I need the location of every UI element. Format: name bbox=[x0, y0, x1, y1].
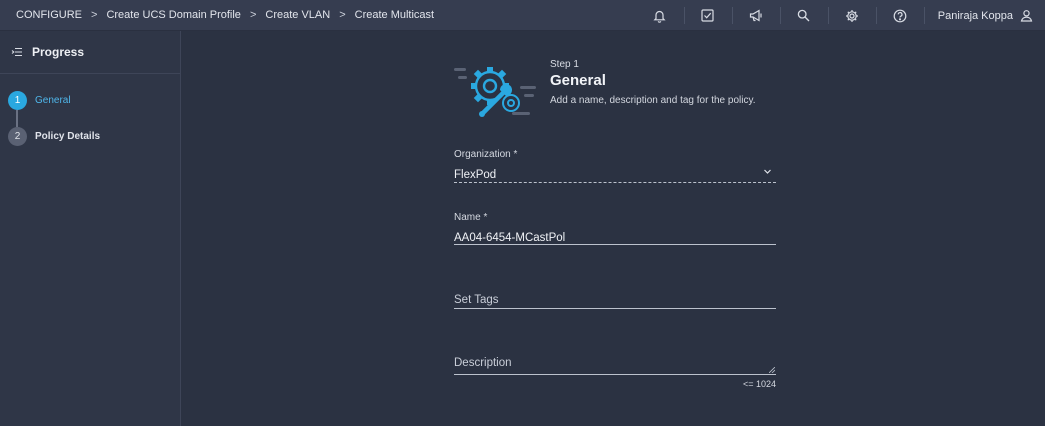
name-label: Name * bbox=[454, 212, 488, 223]
progress-title: Progress bbox=[32, 45, 85, 59]
step-policy-details[interactable]: 2 Policy Details bbox=[8, 126, 180, 146]
user-menu[interactable]: Paniraja Koppa bbox=[923, 0, 1045, 31]
announcements-button[interactable] bbox=[731, 0, 780, 31]
step-label: General bbox=[35, 94, 71, 106]
user-icon bbox=[1020, 10, 1033, 22]
help-button[interactable] bbox=[875, 0, 924, 31]
breadcrumb-create-vlan[interactable]: Create VLAN bbox=[265, 9, 330, 21]
tasks-button[interactable] bbox=[683, 0, 732, 31]
header-actions: Paniraja Koppa bbox=[636, 0, 1045, 31]
name-value: AA04-6454-MCastPol bbox=[454, 232, 566, 244]
bell-icon bbox=[653, 10, 666, 23]
chevron-right-icon: > bbox=[249, 9, 257, 21]
breadcrumb-create-ucs-domain-profile[interactable]: Create UCS Domain Profile bbox=[106, 9, 241, 21]
step-list: 1 General 2 Policy Details bbox=[0, 74, 180, 146]
gear-icon bbox=[845, 9, 858, 22]
policy-gear-wrench-illustration bbox=[454, 67, 536, 117]
collapse-list-icon[interactable] bbox=[11, 47, 23, 57]
organization-value: FlexPod bbox=[454, 169, 497, 181]
tags-field: Set Tags bbox=[454, 290, 776, 309]
settings-button[interactable] bbox=[827, 0, 876, 31]
progress-header: Progress bbox=[0, 31, 180, 74]
set-tags-placeholder: Set Tags bbox=[454, 294, 499, 306]
top-bar: CONFIGURE > Create UCS Domain Profile > … bbox=[0, 0, 1045, 31]
step-label: Policy Details bbox=[35, 130, 101, 142]
main-content: Step 1 General Add a name, description a… bbox=[182, 31, 1045, 426]
step-connector bbox=[16, 110, 18, 127]
step-caption: Step 1 bbox=[550, 59, 579, 70]
megaphone-icon bbox=[749, 9, 762, 22]
task-check-icon bbox=[701, 9, 714, 22]
page-subtitle: Add a name, description and tag for the … bbox=[550, 95, 756, 106]
resize-grip-icon[interactable] bbox=[769, 367, 775, 373]
organization-field: Organization * FlexPod bbox=[454, 149, 776, 183]
search-icon bbox=[798, 9, 810, 22]
description-textarea[interactable]: Description bbox=[454, 353, 776, 375]
organization-select[interactable]: FlexPod bbox=[454, 165, 776, 183]
name-field: Name * AA04-6454-MCastPol bbox=[454, 212, 776, 245]
chevron-right-icon: > bbox=[339, 9, 346, 21]
chevron-down-icon bbox=[764, 169, 771, 174]
name-input[interactable]: AA04-6454-MCastPol bbox=[454, 228, 776, 245]
description-placeholder: Description bbox=[454, 357, 512, 369]
notifications-button[interactable] bbox=[636, 0, 684, 31]
organization-label: Organization * bbox=[454, 149, 518, 160]
user-name: Paniraja Koppa bbox=[937, 9, 1013, 22]
step-general[interactable]: 1 General bbox=[8, 90, 180, 110]
page-title: General bbox=[550, 72, 606, 89]
description-char-limit: <= 1024 bbox=[742, 379, 776, 389]
description-field: Description bbox=[454, 353, 776, 375]
breadcrumb-create-multicast: Create Multicast bbox=[354, 9, 435, 21]
search-button[interactable] bbox=[779, 0, 828, 31]
help-icon bbox=[893, 9, 907, 22]
breadcrumb: CONFIGURE > Create UCS Domain Profile > … bbox=[0, 9, 434, 21]
set-tags-input[interactable]: Set Tags bbox=[454, 290, 776, 309]
progress-sidebar: Progress 1 General 2 Policy Details bbox=[0, 31, 181, 426]
step-number: 2 bbox=[8, 126, 27, 146]
chevron-right-icon: > bbox=[91, 9, 98, 21]
breadcrumb-configure[interactable]: CONFIGURE bbox=[16, 9, 82, 21]
step-number: 1 bbox=[8, 90, 27, 110]
